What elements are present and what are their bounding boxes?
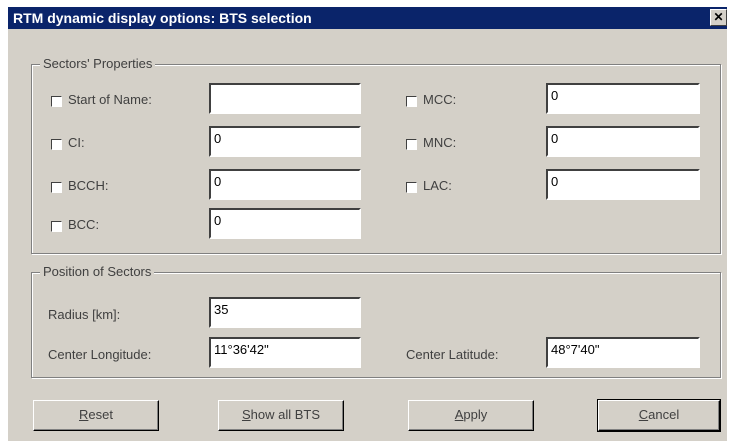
reset-accel: R — [79, 407, 89, 422]
apply-label-rest: pply — [463, 407, 488, 422]
radius-label: Radius [km]: — [48, 307, 121, 322]
center-longitude-label: Center Longitude: — [48, 347, 152, 362]
show-all-accel: S — [241, 407, 251, 422]
mnc-checkbox[interactable] — [406, 139, 417, 150]
bcc-field[interactable]: 0 — [209, 208, 361, 239]
mnc-field[interactable]: 0 — [546, 126, 700, 157]
start-of-name-label: Start of Name: — [68, 92, 152, 107]
bcch-field[interactable]: 0 — [209, 169, 361, 200]
bcch-checkbox[interactable] — [51, 182, 62, 193]
lac-checkbox[interactable] — [406, 182, 417, 193]
mcc-field[interactable]: 0 — [546, 83, 700, 114]
cancel-button[interactable]: Cancel — [597, 399, 721, 432]
lac-label: LAC: — [423, 178, 452, 193]
mnc-label: MNC: — [423, 135, 457, 150]
center-latitude-field[interactable]: 48°7'40" — [546, 337, 700, 368]
window-title: RTM dynamic display options: BTS selecti… — [13, 10, 312, 26]
cancel-accel: C — [638, 407, 649, 422]
ci-checkbox[interactable] — [51, 139, 62, 150]
sectors-properties-legend: Sectors' Properties — [40, 56, 156, 71]
radius-field[interactable]: 35 — [209, 297, 361, 328]
ci-field[interactable]: 0 — [209, 126, 361, 157]
bcc-checkbox[interactable] — [51, 221, 62, 232]
show-all-bts-button[interactable]: Show all BTS — [218, 400, 344, 431]
mcc-label: MCC: — [423, 92, 457, 107]
center-latitude-label: Center Latitude: — [406, 347, 499, 362]
reset-button[interactable]: Reset — [33, 400, 159, 431]
center-longitude-field[interactable]: 11°36'42" — [209, 337, 361, 368]
reset-label-rest: eset — [88, 407, 113, 422]
close-icon[interactable]: ✕ — [710, 9, 727, 26]
apply-button[interactable]: Apply — [408, 400, 534, 431]
cancel-label-rest: ancel — [648, 407, 680, 422]
bcch-label: BCCH: — [68, 178, 109, 193]
title-bar[interactable]: RTM dynamic display options: BTS selecti… — [8, 7, 727, 29]
lac-field[interactable]: 0 — [546, 169, 700, 200]
show-all-label-rest: how all BTS — [250, 407, 321, 422]
bts-selection-dialog: RTM dynamic display options: BTS selecti… — [8, 7, 727, 441]
start-of-name-field[interactable] — [209, 83, 361, 114]
start-of-name-checkbox[interactable] — [51, 96, 62, 107]
ci-label: CI: — [68, 135, 85, 150]
bcc-label: BCC: — [68, 217, 100, 232]
position-of-sectors-legend: Position of Sectors — [40, 264, 155, 279]
mcc-checkbox[interactable] — [406, 96, 417, 107]
